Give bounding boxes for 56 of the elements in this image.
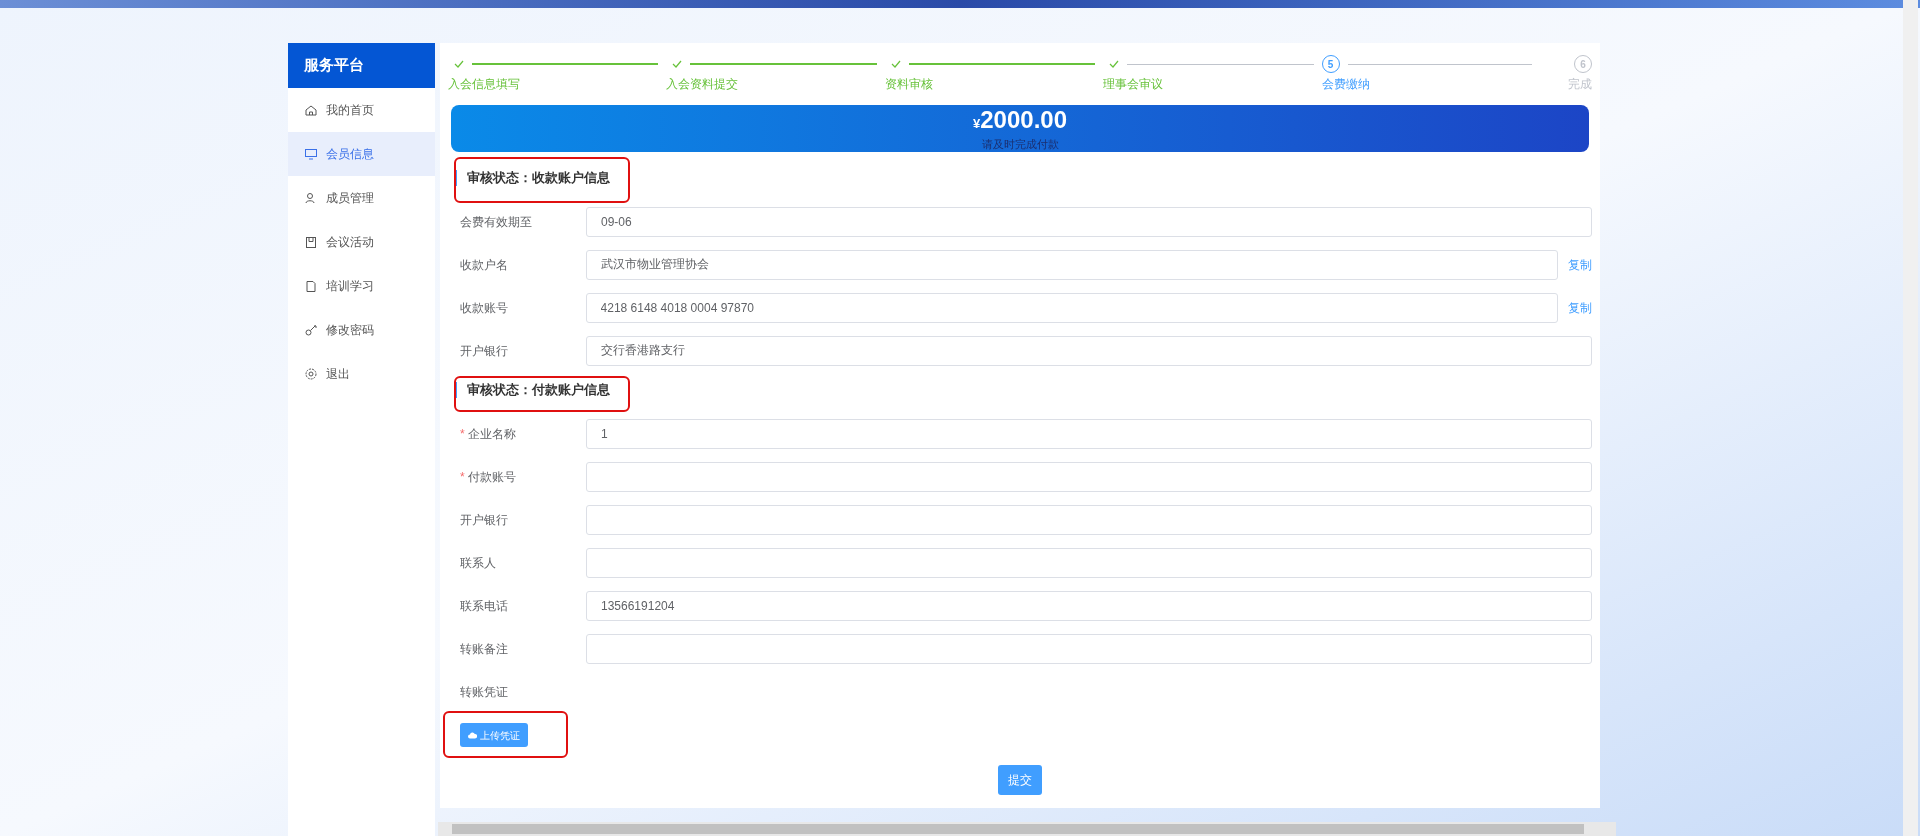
step-label: 理事会审议	[1103, 76, 1165, 93]
user-icon	[304, 191, 318, 205]
sidebar-item[interactable]: 培训学习	[288, 264, 435, 308]
field-label: 付款账号	[467, 468, 516, 486]
input-field[interactable]: 武汉市物业管理协会	[585, 249, 1558, 280]
payment-amount: ¥2000.00	[973, 106, 1067, 135]
field-label: 联系电话	[460, 597, 508, 615]
input-field[interactable]: 交行香港路支行	[586, 335, 1592, 366]
field-label: 开户银行	[460, 342, 508, 360]
input-field[interactable]: 13566191204	[586, 590, 1592, 621]
field-label: 企业名称	[467, 425, 516, 443]
document-icon	[304, 279, 318, 293]
sidebar-item[interactable]: 会议活动	[288, 220, 435, 264]
sidebar-item[interactable]: 我的首页	[288, 88, 435, 132]
input-field[interactable]: 09-06	[586, 206, 1592, 237]
input-field[interactable]	[586, 633, 1592, 664]
sidebar-title: 服务平台	[288, 43, 435, 88]
check-icon	[454, 60, 464, 68]
section-title: 审核状态：付款账户信息	[467, 381, 610, 400]
input-field[interactable]	[586, 461, 1592, 492]
sidebar-item[interactable]: 退出	[288, 352, 435, 396]
horizontal-scrollbar[interactable]	[438, 822, 1616, 836]
section-title: 审核状态：收款账户信息	[467, 169, 610, 188]
field-label: 转账备注	[460, 640, 508, 658]
input-field[interactable]: 1	[586, 418, 1592, 449]
step-label: 入会资料提交	[666, 76, 740, 93]
required-mark: *	[460, 468, 465, 486]
vertical-scrollbar[interactable]	[1903, 0, 1918, 836]
step-label: 会费缴纳	[1321, 76, 1371, 93]
scrollbar-thumb[interactable]	[452, 824, 1584, 834]
required-mark: *	[460, 425, 465, 443]
input-field[interactable]: 4218 6148 4018 0004 97870	[585, 292, 1558, 323]
input-field[interactable]	[586, 547, 1592, 578]
monitor-icon	[304, 147, 318, 161]
sidebar-item[interactable]: 成员管理	[288, 176, 435, 220]
step-label: 入会信息填写	[448, 76, 521, 93]
step-label: 资料审核	[884, 76, 934, 93]
payment-note: 请及时完成付款	[981, 136, 1059, 151]
field-label: 转账凭证	[460, 683, 508, 701]
field-label: 联系人	[460, 554, 496, 572]
step-label: 完成	[1568, 76, 1593, 93]
input-field[interactable]	[586, 504, 1592, 535]
field-label: 会费有效期至	[460, 213, 532, 231]
calendar-icon	[304, 235, 318, 249]
check-icon	[890, 60, 901, 68]
sidebar-item[interactable]: 会员信息	[288, 132, 435, 176]
cloud-icon	[468, 731, 477, 739]
key-icon	[304, 323, 318, 337]
check-icon	[672, 60, 683, 68]
home-icon	[304, 103, 318, 117]
field-label: 收款户名	[460, 256, 508, 274]
gear-icon	[304, 367, 318, 381]
sidebar-item[interactable]: 修改密码	[288, 308, 435, 352]
field-label: 收款账号	[460, 299, 508, 317]
field-label: 开户银行	[460, 511, 508, 529]
check-icon	[1109, 60, 1120, 68]
